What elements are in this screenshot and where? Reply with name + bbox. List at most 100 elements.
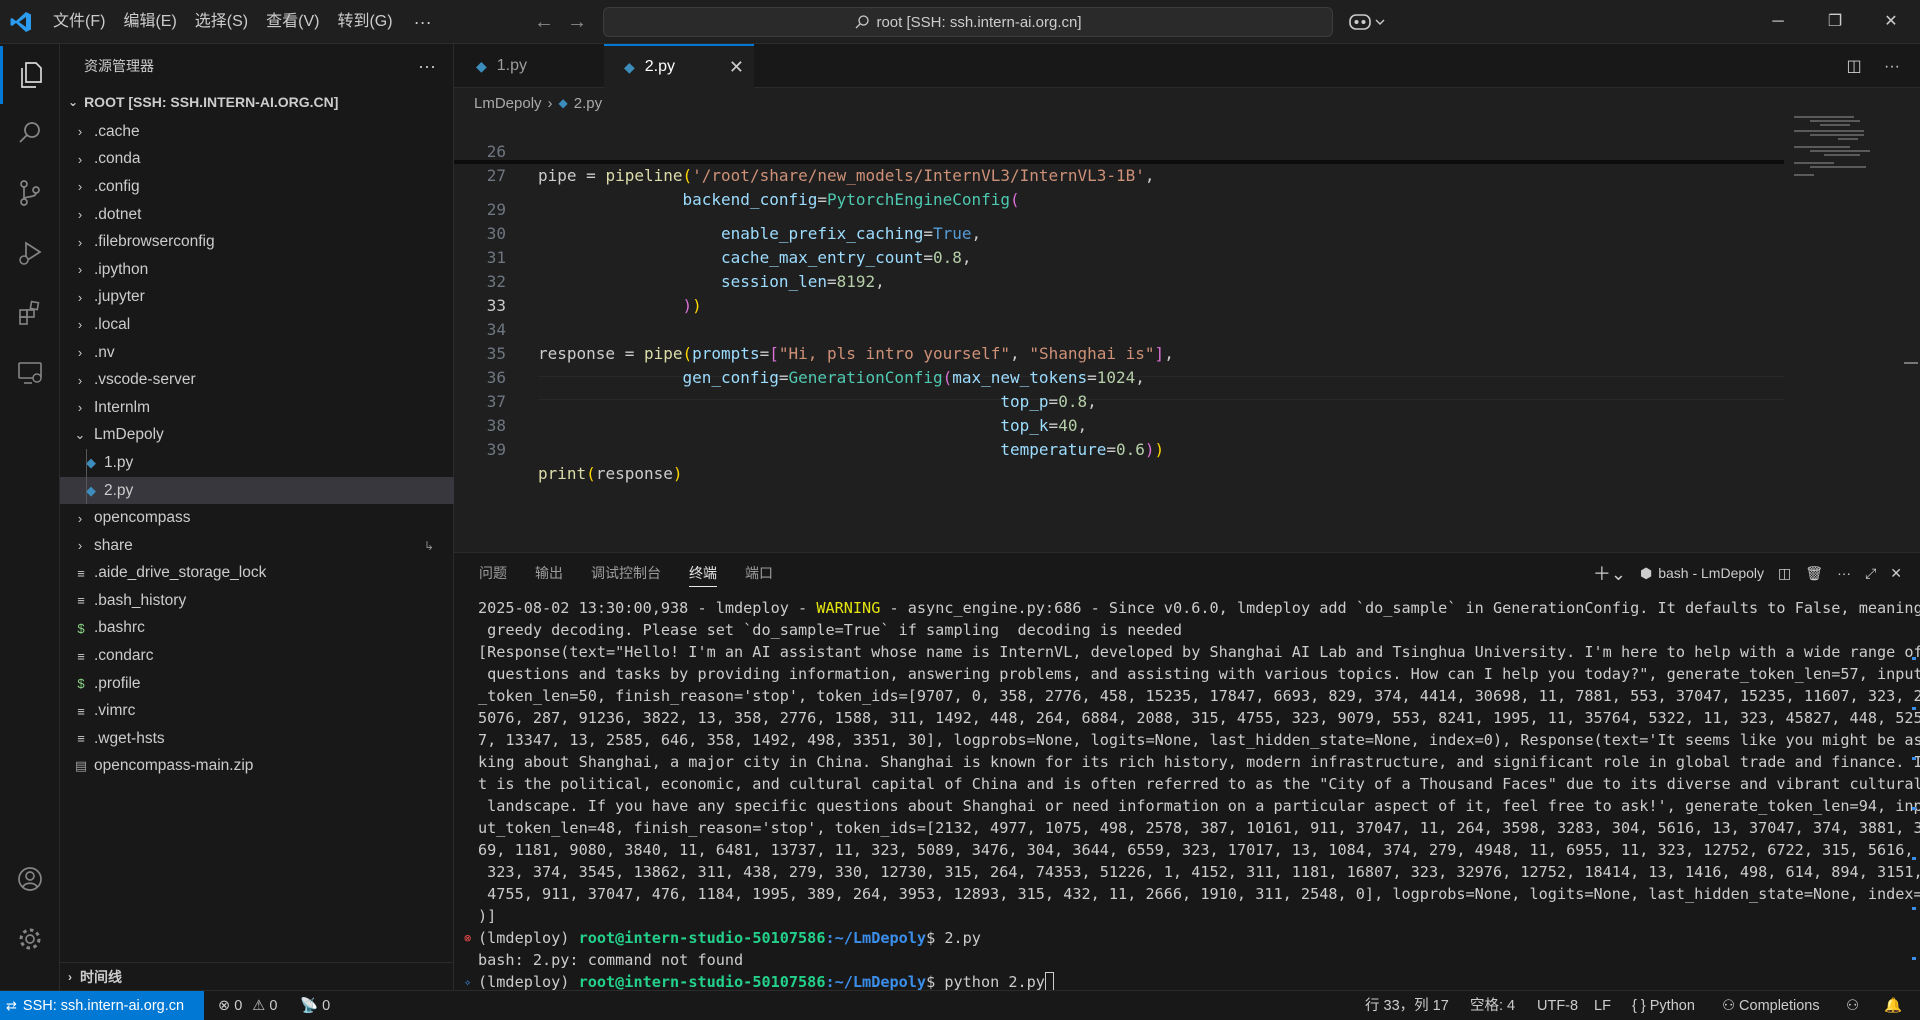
tree-item[interactable]: › .vscode-server (60, 366, 454, 394)
tab-problems[interactable]: 问题 (479, 553, 507, 593)
account-icon[interactable] (0, 850, 60, 908)
tree-item-label: .condarc (94, 647, 154, 665)
code-line: 34 response = pipe(prompts=["Hi, pls int… (454, 294, 1784, 363)
maximize-panel-icon[interactable]: ⤢ (1865, 565, 1876, 582)
tree-item[interactable]: ≡ .bash_history (60, 587, 454, 615)
explorer-icon[interactable] (0, 46, 60, 104)
restore-icon[interactable]: ❐ (1806, 0, 1864, 44)
tree-item[interactable]: › share ↳ (60, 532, 454, 560)
copilot-icon[interactable] (1348, 10, 1390, 34)
terminal-scrollbar[interactable] (1912, 597, 1918, 987)
menu-view[interactable]: 查看(V) (257, 0, 328, 44)
split-terminal-icon[interactable]: ◫ (1778, 565, 1791, 582)
tree-item[interactable]: ≡ .wget-hsts (60, 725, 454, 753)
breadcrumb-file[interactable]: 2.py (574, 95, 602, 112)
terminal-error-line: bash: 2.py: command not found (478, 951, 744, 969)
menu-selection[interactable]: 选择(S) (186, 0, 257, 44)
tree-item[interactable]: $ .bashrc (60, 615, 454, 643)
tree-item[interactable]: › .filebrowserconfig (60, 228, 454, 256)
command-center-search[interactable]: root [SSH: ssh.intern-ai.org.cn] (603, 7, 1333, 37)
tab-debug-console[interactable]: 调试控制台 (591, 553, 661, 593)
breadcrumb-folder[interactable]: LmDepoly (474, 95, 542, 112)
tree-item[interactable]: ▤ opencompass-main.zip (60, 753, 454, 781)
tree-item-label: share (94, 536, 133, 554)
completions-status[interactable]: ⚇ Completions (1722, 991, 1820, 1020)
explorer-title: 资源管理器 (84, 58, 154, 74)
tree-item[interactable]: $ .profile (60, 670, 454, 698)
ports-indicator[interactable]: 📡 0 (300, 991, 330, 1020)
panel-more-icon[interactable]: ··· (1837, 565, 1851, 581)
terminal-output[interactable]: 2025-08-02 13:30:00,938 - lmdeploy - WAR… (464, 597, 1920, 991)
menu-file[interactable]: 文件(F) (44, 0, 114, 44)
remote-explorer-icon[interactable] (0, 344, 60, 402)
problems-indicator[interactable]: ⊗ 0 ⚠ 0 (218, 991, 277, 1020)
close-window-icon[interactable]: ✕ (1862, 0, 1920, 44)
end-of-line[interactable]: LF (1594, 991, 1611, 1020)
tree-item[interactable]: ◆ 1.py (60, 449, 454, 477)
code-editor[interactable]: 26 pipe = pipeline('/root/share/new_mode… (454, 112, 1920, 552)
tree-item[interactable]: ≡ .aide_drive_storage_lock (60, 560, 454, 588)
tree-item-label: opencompass-main.zip (94, 757, 254, 775)
cursor-position[interactable]: 行 33，列 17 (1365, 991, 1449, 1020)
forward-arrow-icon[interactable]: → (565, 10, 589, 34)
tree-item[interactable]: ≡ .vimrc (60, 697, 454, 725)
encoding[interactable]: UTF-8 (1537, 991, 1578, 1020)
terminal-name[interactable]: bash - LmDepoly (1658, 565, 1764, 581)
source-control-icon[interactable] (0, 164, 60, 222)
indentation[interactable]: 空格: 4 (1470, 991, 1515, 1020)
tab-2-py[interactable]: ◆ 2.py ✕ (604, 44, 754, 88)
prompt-command: $ python 2.py (926, 973, 1045, 991)
copilot-status-icon[interactable]: ⚇ (1846, 991, 1859, 1020)
tab-1-py[interactable]: ◆ 1.py (454, 44, 604, 88)
tree-item[interactable]: › opencompass (60, 504, 454, 532)
editor-scrollbar[interactable] (1904, 362, 1918, 364)
language-mode[interactable]: { } Python (1632, 991, 1695, 1020)
workspace-root[interactable]: ⌄ ROOT [SSH: SSH.INTERN-AI.ORG.CN] (60, 89, 454, 115)
tree-item[interactable]: ◆ 2.py (60, 476, 454, 505)
menu-go[interactable]: 转到(G) (328, 0, 401, 44)
search-icon[interactable] (0, 104, 60, 162)
tab-terminal[interactable]: 终端 (689, 553, 717, 593)
tree-item[interactable]: ⌄ LmDepoly (60, 422, 454, 450)
tree-item[interactable]: ≡ .condarc (60, 642, 454, 670)
split-editor-icon[interactable]: ◫ (1846, 58, 1861, 75)
tree-item[interactable]: › .ipython (60, 256, 454, 284)
tree-item[interactable]: › .config (60, 173, 454, 201)
close-tab-icon[interactable]: ✕ (729, 57, 744, 78)
tree-item[interactable]: › .dotnet (60, 201, 454, 229)
timeline-section[interactable]: › 时间线 (60, 962, 454, 990)
tab-output[interactable]: 输出 (535, 553, 563, 593)
remote-indicator[interactable]: ⇄ SSH: ssh.intern-ai.org.cn (0, 991, 204, 1020)
terminal-line: _token_len=50, finish_reason='stop', tok… (478, 687, 1920, 705)
tree-item[interactable]: › .cache (60, 118, 454, 146)
tree-item-label: 2.py (104, 481, 134, 499)
chevron-right-icon: › (77, 345, 83, 361)
line-number: 39 (486, 440, 506, 459)
back-arrow-icon[interactable]: ← (532, 10, 556, 34)
close-panel-icon[interactable]: ✕ (1890, 565, 1902, 582)
tree-item[interactable]: › .jupyter (60, 284, 454, 312)
notifications-bell-icon[interactable]: 🔔 (1884, 991, 1902, 1020)
editor-actions: ◫ ··· (1846, 56, 1900, 76)
tree-item[interactable]: › .local (60, 311, 454, 339)
symlink-icon: ↳ (423, 538, 434, 553)
command-center-label: root [SSH: ssh.intern-ai.org.cn] (876, 13, 1082, 31)
new-terminal-icon[interactable]: ＋⌄ (1593, 560, 1626, 586)
explorer-more-icon[interactable]: ··· (418, 56, 436, 77)
minimize-icon[interactable]: ─ (1749, 0, 1807, 44)
tree-item[interactable]: › Internlm (60, 394, 454, 422)
more-actions-icon[interactable]: ··· (1884, 58, 1900, 75)
menu-more-icon[interactable]: ··· (402, 12, 444, 33)
minimap[interactable] (1784, 112, 1904, 232)
terminal-line: 2025-08-02 13:30:00,938 - lmdeploy - WAR… (478, 597, 1920, 619)
settings-gear-icon[interactable] (0, 910, 60, 968)
tree-item-label: .nv (94, 343, 115, 361)
tree-item[interactable]: › .nv (60, 339, 454, 367)
menu-edit[interactable]: 编辑(E) (114, 0, 185, 44)
run-debug-icon[interactable] (0, 224, 60, 282)
extensions-icon[interactable] (0, 284, 60, 342)
tab-ports[interactable]: 端口 (745, 553, 773, 593)
terminal-response-block: [Response(text="Hello! I'm an AI assista… (478, 641, 1920, 927)
tree-item[interactable]: › .conda (60, 146, 454, 174)
kill-terminal-icon[interactable]: 🗑 (1805, 565, 1823, 582)
